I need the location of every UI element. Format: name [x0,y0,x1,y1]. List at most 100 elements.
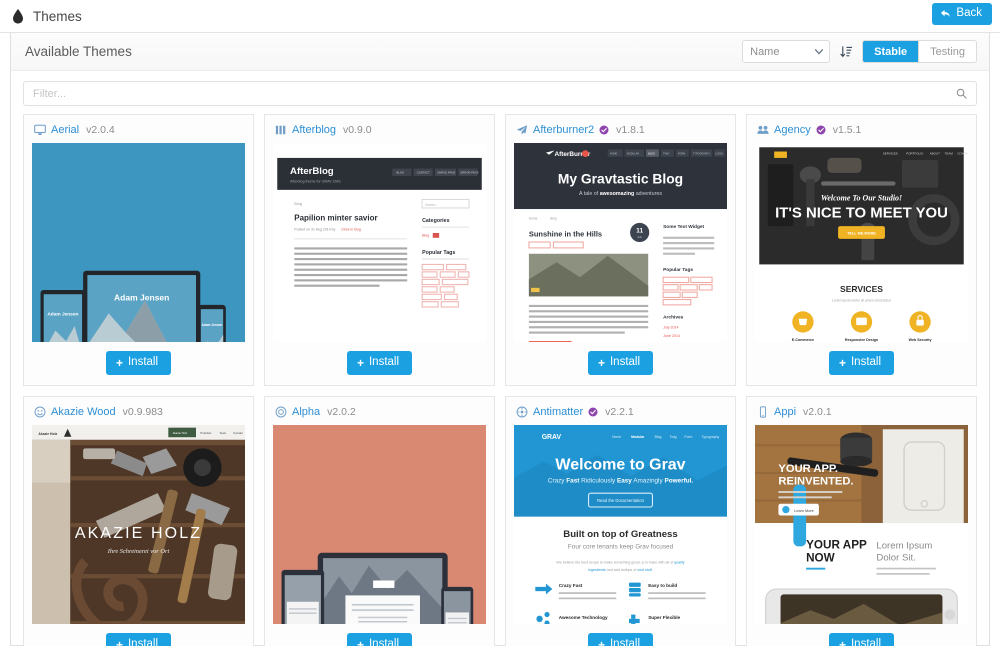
svg-text:FORM: FORM [678,152,685,155]
svg-text:June 2014: June 2014 [663,334,680,338]
theme-card-header: Agency v1.5.1 [755,123,968,143]
install-button[interactable]: + Install [346,351,413,375]
back-button-label: Back [956,7,982,19]
theme-version: v1.8.1 [616,124,645,136]
theme-name[interactable]: Antimatter [533,406,583,418]
svg-text:Super Flexible: Super Flexible [648,615,680,620]
theme-version: v1.5.1 [832,124,862,136]
svg-text:Categories: Categories [422,218,450,224]
install-button[interactable]: + Install [587,351,654,375]
plus-icon: + [115,356,123,370]
release-toggle-testing[interactable]: Testing [919,41,976,62]
theme-card[interactable]: Agency v1.5.1 SERVICES PORTFOLIO ABOUT T… [746,114,977,386]
svg-text:Ihre Schreinerei vor Ort: Ihre Schreinerei vor Ort [107,548,170,555]
svg-text:Modular: Modular [631,435,645,439]
paper-plane-icon [516,125,528,135]
theme-name[interactable]: Alpha [292,406,320,418]
plus-icon: + [115,638,123,646]
theme-name[interactable]: Aerial [51,124,79,136]
theme-card-header: Appi v2.0.1 [755,405,968,425]
theme-card[interactable]: Alpha v2.0.2 + Install [264,396,495,646]
theme-card[interactable]: Afterburner2 v1.8.1 AfterBurner HOME MOD… [505,114,736,386]
install-button[interactable]: + Install [105,351,172,375]
install-button[interactable]: + Install [346,633,413,646]
svg-text:Crazy Fast: Crazy Fast [559,583,583,588]
theme-card-footer: + Install [273,342,486,375]
theme-card[interactable]: Appi v2.0.1 YOUR APP. REINVENTED. Learn … [746,396,977,646]
theme-card-footer: + Install [514,624,727,646]
theme-preview-image [273,425,486,624]
theme-preview[interactable]: GRAV Home Modular Blog Twig Form Typography… [514,425,727,624]
theme-card-footer: + Install [514,342,727,375]
theme-name[interactable]: Agency [774,124,811,136]
theme-preview[interactable]: SERVICES PORTFOLIO ABOUT TEAMCONTACT Welco… [755,143,968,342]
theme-name[interactable]: Afterburner2 [533,124,594,136]
svg-text:AfterBlog: AfterBlog [290,166,334,177]
svg-text:HOME: HOME [610,152,618,155]
theme-card[interactable]: Aerial v2.0.4 Adam Jensen Adam Jensen Ad… [23,114,254,386]
page-title: Themes [12,8,82,24]
svg-text:JUL: JUL [637,235,642,239]
filter-input[interactable] [33,87,956,100]
install-button-label: Install [368,638,400,646]
page-body: Available Themes Name Stable Testing Fil… [0,33,1000,646]
theme-preview[interactable]: AfterBlog Afterblog theme for GRAV CMS B… [273,143,486,342]
svg-text:Built on top of Greatness: Built on top of Greatness [563,529,677,540]
sort-select-value: Name [750,45,780,58]
svg-text:Archives: Archives [663,315,684,321]
install-button[interactable]: + Install [828,633,895,646]
install-button[interactable]: + Install [828,351,895,375]
sort-direction-button[interactable] [837,41,855,62]
theme-preview[interactable]: Akazie Holz Akazie Holz Produkte Team Ko… [32,425,245,624]
theme-version: v0.9.0 [343,124,372,136]
theme-card-footer: + Install [32,624,245,646]
sort-select[interactable]: Name [742,40,831,63]
filter-box[interactable] [23,81,977,106]
theme-name[interactable]: Afterblog [292,124,336,136]
themes-grid: Aerial v2.0.4 Adam Jensen Adam Jensen Ad… [11,114,989,646]
theme-version: v2.2.1 [605,406,634,418]
svg-text:BLOG: BLOG [648,152,655,155]
theme-preview-image: AfterBlog Afterblog theme for GRAV CMS B… [273,143,486,342]
install-button-label: Install [127,638,159,646]
sort-ascending-icon [839,46,852,58]
theme-card-header: Alpha v2.0.2 [273,405,486,425]
theme-name[interactable]: Akazie Wood [51,406,116,418]
back-button[interactable]: Back [932,3,992,25]
theme-card[interactable]: Afterblog v0.9.0 AfterBlog Afterblog the… [264,114,495,386]
install-button[interactable]: + Install [587,633,654,646]
svg-text:Crazy Fast Ridiculously Easy A: Crazy Fast Ridiculously Easy Amazingly P… [548,478,694,485]
theme-card[interactable]: Antimatter v2.2.1 GRAV Home Modular Blog… [505,396,736,646]
install-button[interactable]: + Install [105,633,172,646]
theme-card-header: Antimatter v2.2.1 [514,405,727,425]
theme-card-header: Afterburner2 v1.8.1 [514,123,727,143]
panel-title: Available Themes [25,44,132,59]
svg-text:Blog: Blog [655,435,662,439]
search-icon[interactable] [956,88,967,99]
chevron-down-icon [815,49,824,55]
svg-text:SERVICES: SERVICES [883,152,898,156]
theme-version: v2.0.4 [86,124,115,136]
svg-text:Lorem Ipsum: Lorem Ipsum [876,541,932,552]
svg-text:Learn More: Learn More [794,509,814,513]
theme-version: v0.9.983 [122,406,163,418]
theme-card-header: Akazie Wood v0.9.983 [32,405,245,425]
svg-text:CONTACT: CONTACT [957,152,968,156]
install-button-label: Install [609,356,641,369]
theme-name[interactable]: Appi [774,406,796,418]
theme-preview[interactable]: AfterBurner HOME MODULAR BLOG TWIG FORM TYP… [514,143,727,342]
release-toggle-stable[interactable]: Stable [863,41,920,62]
svg-text:Adam Jensen: Adam Jensen [47,312,78,318]
svg-text:Dolor Sit.: Dolor Sit. [876,552,915,563]
svg-text:PORTFOLIO: PORTFOLIO [906,152,924,156]
theme-card[interactable]: Akazie Wood v0.9.983 Akazie Holz Akazie … [23,396,254,646]
theme-preview[interactable] [273,425,486,624]
plus-icon: + [356,638,364,646]
svg-text:ERROR PAGE: ERROR PAGE [460,171,478,175]
svg-text:YOUR APP.: YOUR APP. [778,463,838,475]
svg-text:NOW: NOW [806,551,836,564]
theme-preview[interactable]: Adam Jensen Adam Jensen Adam Jensen [32,143,245,342]
svg-text:Kontakt: Kontakt [233,431,243,435]
top-bar: Themes Back [0,0,1000,33]
theme-preview[interactable]: YOUR APP. REINVENTED. Learn More YOUR AP… [755,425,968,624]
